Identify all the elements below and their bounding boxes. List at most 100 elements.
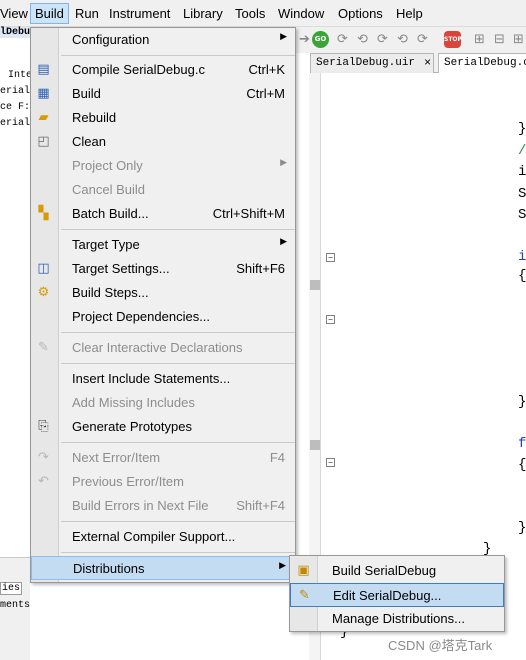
menu-separator <box>61 55 295 56</box>
tree-item[interactable]: lDebu <box>0 27 30 38</box>
menu-item-shortcut: Ctrl+Shift+M <box>212 206 285 221</box>
menu-item-insert-include-statements[interactable]: Insert Include Statements... <box>31 367 295 391</box>
editor-tab-bar: SerialDebug.uir × SerialDebug.c <box>310 53 526 73</box>
menu-item-clear-interactive-declarations[interactable]: ✎ Clear Interactive Declarations <box>31 336 295 360</box>
tab-serialdebug-c[interactable]: SerialDebug.c <box>438 53 526 73</box>
menu-item-batch-build[interactable]: ▚ Batch Build... Ctrl+Shift+M <box>31 202 295 226</box>
fold-toggle-icon[interactable]: − <box>326 253 335 262</box>
code-line: S <box>518 207 526 223</box>
panel-tab[interactable]: ments <box>0 600 30 611</box>
menu-item-shortcut: Ctrl+M <box>246 86 285 101</box>
step-icon[interactable]: ⟲ <box>394 31 411 48</box>
tree-item[interactable]: erial <box>0 118 30 129</box>
step-over-icon[interactable]: ⟲ <box>354 31 371 48</box>
hierarchy-icon[interactable]: ⊞ <box>471 31 488 48</box>
menu-item-label: Target Settings... <box>72 261 170 276</box>
menu-separator <box>61 552 295 553</box>
step-back-icon[interactable]: ⟳ <box>414 31 431 48</box>
menu-item-shortcut: Shift+F6 <box>236 261 285 276</box>
menu-run[interactable]: Run <box>71 3 103 24</box>
target-settings-icon: ◫ <box>37 261 50 276</box>
tree-icon[interactable]: ⊟ <box>491 31 508 48</box>
menu-item-build[interactable]: ▦ Build Ctrl+M <box>31 82 295 106</box>
go-icon[interactable]: GO <box>312 31 329 48</box>
menu-item-clean[interactable]: ◰ Clean <box>31 130 295 154</box>
menu-item-configuration[interactable]: Configuration ▶ <box>31 28 295 52</box>
menu-build[interactable]: Build <box>30 3 69 24</box>
menu-item-label: Distributions <box>73 561 145 576</box>
rebuild-icon: ▰ <box>38 110 49 125</box>
submenu-arrow-icon: ▶ <box>280 32 287 42</box>
menu-item-label: Build <box>72 86 101 101</box>
menu-item-add-missing-includes[interactable]: Add Missing Includes <box>31 391 295 415</box>
menu-item-generate-prototypes[interactable]: ⎘ Generate Prototypes <box>31 415 295 439</box>
panel-tab[interactable]: ies <box>0 582 23 595</box>
fold-toggle-icon[interactable]: − <box>326 458 335 467</box>
menu-tools[interactable]: Tools <box>231 3 269 24</box>
generate-prototypes-icon: ⎘ <box>38 419 49 434</box>
menu-item-label: Add Missing Includes <box>72 395 195 410</box>
menu-item-rebuild[interactable]: ▰ Rebuild <box>31 106 295 130</box>
submenu-item-manage-distributions[interactable]: Manage Distributions... <box>290 607 504 631</box>
tree-item[interactable]: Inte <box>8 70 32 81</box>
menu-item-build-errors-next-file[interactable]: Build Errors in Next File Shift+F4 <box>31 494 295 518</box>
menu-item-shortcut: Ctrl+K <box>248 62 285 77</box>
menu-item-external-compiler-support[interactable]: External Compiler Support... <box>31 525 295 549</box>
menu-item-shortcut: F4 <box>269 450 285 465</box>
menu-item-target-type[interactable]: Target Type ▶ <box>31 233 295 257</box>
menu-item-label: Generate Prototypes <box>72 419 192 434</box>
code-line: { <box>518 268 526 284</box>
layout-icon[interactable]: ⊞ <box>510 31 526 48</box>
menu-instrument[interactable]: Instrument <box>105 3 174 24</box>
menu-separator <box>61 521 295 522</box>
menu-item-label: Compile SerialDebug.c <box>72 62 205 77</box>
code-line: } <box>518 121 526 137</box>
menu-library[interactable]: Library <box>179 3 227 24</box>
menu-window[interactable]: Window <box>274 3 328 24</box>
code-line: S <box>518 186 526 202</box>
menu-item-next-error[interactable]: ↷ Next Error/Item F4 <box>31 446 295 470</box>
tree-item[interactable]: ce F: <box>0 102 30 113</box>
submenu-item-edit-serialdebug[interactable]: ✎ Edit SerialDebug... <box>290 583 504 607</box>
code-line: i <box>518 164 526 180</box>
menu-item-label: Manage Distributions... <box>332 611 465 626</box>
menu-item-label: Project Dependencies... <box>72 309 211 324</box>
fold-toggle-icon[interactable]: − <box>326 315 335 324</box>
close-icon[interactable]: × <box>424 54 431 73</box>
stop-icon[interactable]: STOP <box>444 31 462 48</box>
menu-item-compile[interactable]: ▤ Compile SerialDebug.c Ctrl+K <box>31 58 295 82</box>
menu-help[interactable]: Help <box>392 3 427 24</box>
menu-view[interactable]: View <box>0 3 32 24</box>
previous-error-icon: ↶ <box>38 474 49 489</box>
submenu-arrow-icon: ▶ <box>280 158 287 168</box>
menu-item-label: Previous Error/Item <box>72 474 184 489</box>
menu-item-cancel-build[interactable]: Cancel Build <box>31 178 295 202</box>
tab-serialdebug-uir[interactable]: SerialDebug.uir × <box>310 53 434 73</box>
build-menu: Configuration ▶ ▤ Compile SerialDebug.c … <box>30 27 296 583</box>
menu-item-build-steps[interactable]: ⚙ Build Steps... <box>31 281 295 305</box>
step-out-icon[interactable]: ⟳ <box>374 31 391 48</box>
next-error-icon: ↷ <box>38 450 49 465</box>
menu-item-label: Build Errors in Next File <box>72 498 209 513</box>
compile-icon: ▤ <box>37 62 50 77</box>
submenu-item-build-serialdebug[interactable]: ▣ Build SerialDebug <box>290 559 504 583</box>
step-into-icon[interactable]: ⟳ <box>334 31 351 48</box>
menu-item-label: Edit SerialDebug... <box>333 588 442 603</box>
menu-item-previous-error[interactable]: ↶ Previous Error/Item <box>31 470 295 494</box>
build-icon: ▦ <box>37 86 50 101</box>
menu-item-distributions[interactable]: Distributions ▶ <box>31 556 295 580</box>
arrow-icon[interactable]: ➔ <box>296 31 313 48</box>
code-line: f <box>518 436 526 452</box>
clear-declarations-icon: ✎ <box>38 340 49 355</box>
menu-item-target-settings[interactable]: ◫ Target Settings... Shift+F6 <box>31 257 295 281</box>
menu-bar: View Build Run Instrument Library Tools … <box>0 0 526 27</box>
tree-item[interactable]: erial <box>0 86 30 97</box>
panel-tabs: ies ments <box>0 557 30 660</box>
menu-item-label: Cancel Build <box>72 182 145 197</box>
menu-item-project-only[interactable]: Project Only ▶ <box>31 154 295 178</box>
menu-item-project-dependencies[interactable]: Project Dependencies... <box>31 305 295 329</box>
menu-item-label: Insert Include Statements... <box>72 371 231 386</box>
menu-options[interactable]: Options <box>334 3 387 24</box>
menu-item-label: Rebuild <box>72 110 117 125</box>
margin-marker <box>310 440 320 450</box>
